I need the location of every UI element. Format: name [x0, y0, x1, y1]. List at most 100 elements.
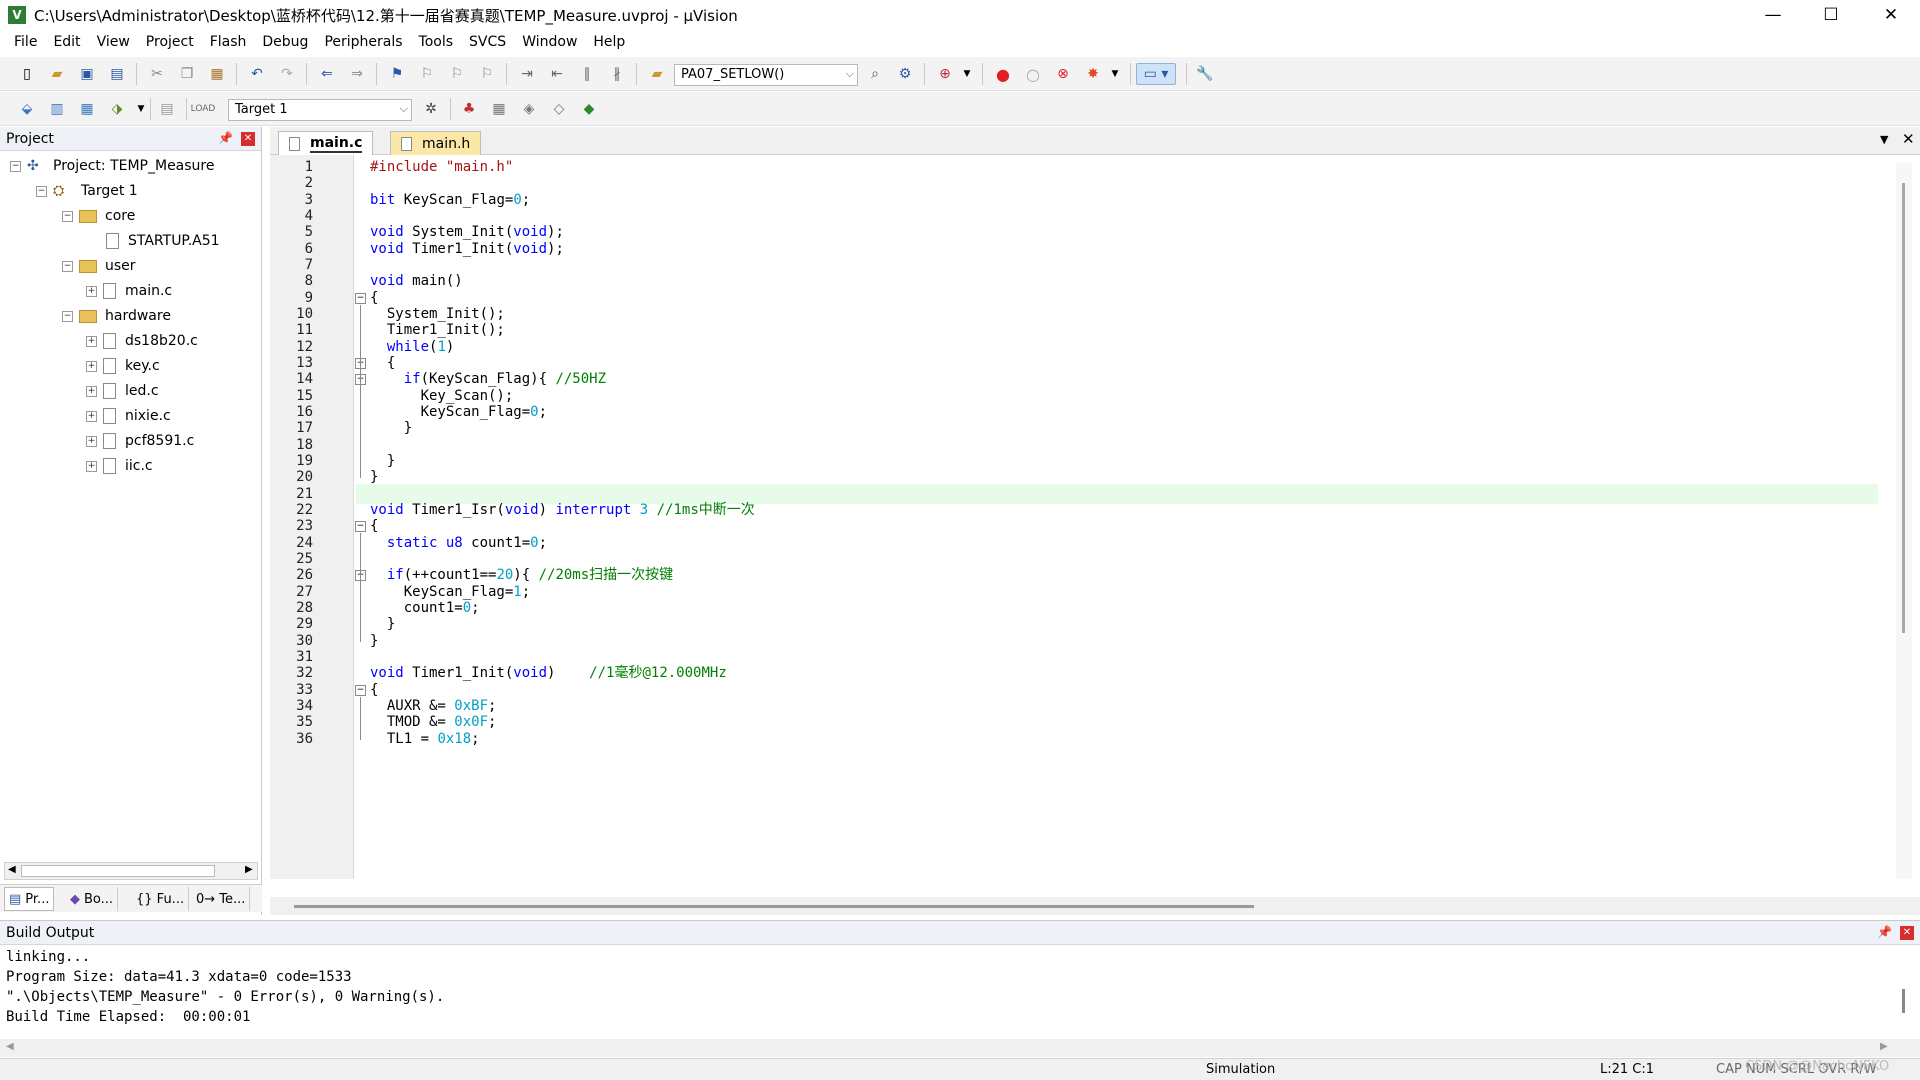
code-line[interactable]: } — [370, 467, 378, 487]
kill-all-breakpoints-icon[interactable]: ✸ — [1082, 63, 1104, 85]
horizontal-scrollbar[interactable]: ◀ ▶ — [4, 862, 258, 880]
select-software-packs-icon[interactable]: ◈ — [518, 98, 540, 120]
collapse-icon[interactable]: − — [10, 160, 21, 172]
batch-build-icon[interactable]: ⬗ — [106, 98, 128, 120]
menu-project[interactable]: Project — [138, 34, 202, 50]
pin-icon[interactable]: 📌 — [218, 131, 233, 145]
download-load-icon[interactable]: LOAD — [191, 98, 216, 120]
output-scrollbar-thumb[interactable] — [1902, 989, 1905, 1013]
new-file-icon[interactable]: ▯ — [16, 63, 38, 85]
bookmark-icon[interactable]: ⚑ — [386, 63, 408, 85]
tab-list-icon[interactable]: ▼ — [1880, 133, 1888, 146]
code-line[interactable]: void Timer1_Init(void) //1毫秒@12.000MHz — [370, 663, 727, 683]
scroll-right-icon[interactable]: ▶ — [1880, 1041, 1888, 1052]
open-file-icon[interactable]: ▰ — [46, 63, 68, 85]
tree-project-root[interactable]: − ✣ Project: TEMP_Measure — [10, 155, 215, 177]
redo-icon[interactable]: ↷ — [276, 63, 298, 85]
code-line[interactable]: } — [370, 418, 412, 438]
stop-build-icon[interactable]: ▤ — [156, 98, 178, 120]
tab-templates[interactable]: 0→ Te... — [192, 887, 251, 911]
translate-icon[interactable]: ⬙ — [16, 98, 38, 120]
tree-file[interactable]: + key.c — [86, 355, 160, 377]
collapse-icon[interactable]: − — [62, 260, 73, 272]
tab-main-c[interactable]: main.c — [278, 131, 374, 155]
tree-file[interactable]: STARTUP.A51 — [106, 230, 220, 252]
menu-debug[interactable]: Debug — [254, 34, 316, 50]
scrollbar-thumb[interactable] — [21, 865, 215, 877]
tree-file[interactable]: + nixie.c — [86, 405, 171, 427]
navigate-forward-icon[interactable]: ⇒ — [346, 63, 368, 85]
tree-file[interactable]: + led.c — [86, 380, 159, 402]
function-combo[interactable]: PA07_SETLOW() ⌵ — [674, 64, 858, 86]
disable-all-breakpoints-icon[interactable]: ⊗ — [1052, 63, 1074, 85]
tree-target[interactable]: − ⛭ Target 1 — [36, 180, 138, 202]
tree-group-user[interactable]: − user — [62, 255, 136, 277]
scroll-right-icon[interactable]: ▶ — [245, 864, 253, 875]
code-line[interactable]: void Timer1_Init(void); — [370, 239, 564, 259]
tree-file[interactable]: + pcf8591.c — [86, 430, 194, 452]
save-all-icon[interactable]: ▤ — [106, 63, 128, 85]
tab-books[interactable]: ◆ Bo... — [66, 887, 119, 911]
build-icon[interactable]: ▥ — [46, 98, 68, 120]
clear-bookmarks-icon[interactable]: ⚐ — [476, 63, 498, 85]
fold-toggle-icon[interactable]: − — [355, 521, 366, 533]
code-line[interactable]: static u8 count1=0; — [370, 533, 547, 553]
menu-file[interactable]: File — [6, 34, 45, 50]
menu-help[interactable]: Help — [585, 34, 633, 50]
close-panel-icon[interactable]: ✕ — [1900, 926, 1914, 940]
close-panel-icon[interactable]: ✕ — [241, 132, 255, 146]
tree-file[interactable]: + ds18b20.c — [86, 330, 198, 352]
uncomment-icon[interactable]: ∦ — [606, 63, 628, 85]
fold-toggle-icon[interactable]: − — [355, 292, 366, 304]
tab-project[interactable]: ▤ Pr... — [4, 887, 55, 911]
scroll-left-icon[interactable]: ◀ — [8, 864, 16, 875]
tree-group-hardware[interactable]: − hardware — [62, 305, 171, 327]
code-line[interactable]: void Timer1_Isr(void) interrupt 3 //1ms中… — [370, 500, 755, 520]
pin-icon[interactable]: 📌 — [1877, 925, 1892, 939]
menu-peripherals[interactable]: Peripherals — [316, 34, 410, 50]
tab-functions[interactable]: {} Fu... — [132, 887, 190, 911]
window-layout-icon[interactable]: ▭ ▾ — [1136, 63, 1176, 85]
manage-components-icon[interactable]: ▦ — [488, 98, 510, 120]
fold-toggle-icon[interactable]: − — [355, 684, 366, 696]
comment-icon[interactable]: ∥ — [576, 63, 598, 85]
tree-file[interactable]: + main.c — [86, 280, 172, 302]
find-in-files-icon[interactable]: ▰ — [646, 63, 668, 85]
undo-icon[interactable]: ↶ — [246, 63, 268, 85]
code-area[interactable]: #include "main.h" bit KeyScan_Flag=0; void… — [270, 155, 1890, 879]
target-options-icon[interactable]: ✲ — [420, 98, 442, 120]
copy-icon[interactable]: ❐ — [176, 63, 198, 85]
close-button[interactable]: ✕ — [1862, 0, 1920, 30]
expand-icon[interactable]: + — [86, 285, 97, 297]
code-line[interactable]: bit KeyScan_Flag=0; — [370, 190, 530, 210]
code-line[interactable]: void main() — [370, 271, 463, 291]
scrollbar-thumb[interactable] — [294, 905, 1254, 908]
close-tab-icon[interactable]: ✕ — [1902, 130, 1915, 148]
menu-window[interactable]: Window — [514, 34, 585, 50]
editor-horizontal-scrollbar[interactable] — [270, 897, 1920, 915]
scrollbar-thumb[interactable] — [1902, 183, 1905, 633]
configure-icon[interactable]: 🔧 — [1194, 63, 1216, 85]
run-time-environment-icon[interactable]: ◆ — [578, 98, 600, 120]
target-combo[interactable]: Target 1 ⌵ — [228, 99, 412, 121]
cut-icon[interactable]: ✂ — [146, 63, 168, 85]
dropdown-arrow-icon[interactable]: ▼ — [130, 98, 152, 120]
pack-installer-icon[interactable]: ◇ — [548, 98, 570, 120]
expand-icon[interactable]: + — [86, 335, 97, 347]
dropdown-arrow-icon[interactable]: ▼ — [1104, 63, 1126, 85]
menu-tools[interactable]: Tools — [411, 34, 462, 50]
unindent-icon[interactable]: ⇤ — [546, 63, 568, 85]
menu-view[interactable]: View — [89, 34, 138, 50]
incremental-find-icon[interactable]: ⚙ — [894, 63, 916, 85]
menu-flash[interactable]: Flash — [202, 34, 255, 50]
tree-group-core[interactable]: − core — [62, 205, 135, 227]
tab-main-h[interactable]: main.h — [390, 131, 482, 155]
file-extensions-icon[interactable]: ♣ — [458, 98, 480, 120]
next-bookmark-icon[interactable]: ⚐ — [446, 63, 468, 85]
collapse-icon[interactable]: − — [36, 185, 47, 197]
expand-icon[interactable]: + — [86, 435, 97, 447]
minimize-button[interactable]: — — [1744, 0, 1802, 30]
breakpoint-icon[interactable]: ● — [992, 63, 1014, 85]
expand-icon[interactable]: + — [86, 385, 97, 397]
code-line[interactable]: TL1 = 0x18; — [370, 729, 480, 749]
